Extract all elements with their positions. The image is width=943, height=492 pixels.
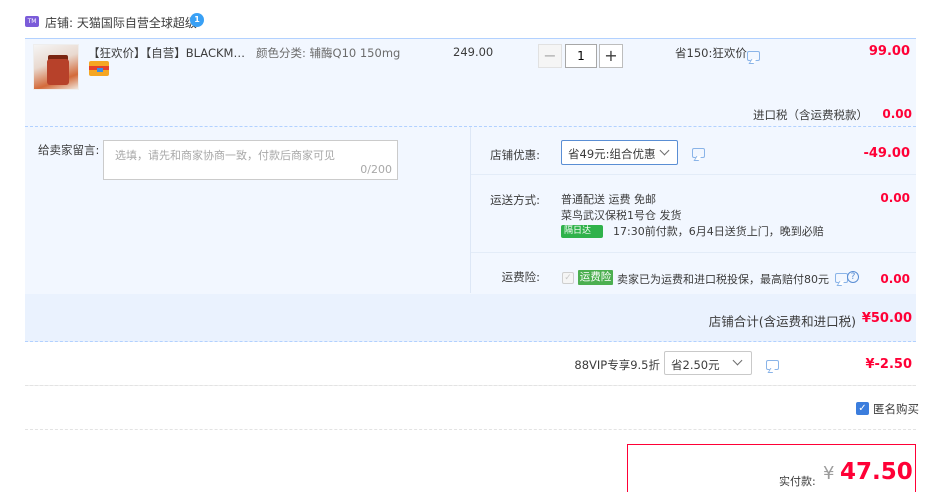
store-discount-value: -49.00 xyxy=(863,146,910,161)
divider xyxy=(25,385,916,386)
currency-symbol: ¥ xyxy=(823,463,835,484)
seller-message-label: 给卖家留言: xyxy=(38,143,100,157)
shipping-label: 运送方式: xyxy=(490,193,540,207)
shipping-insurance-label: 运费险: xyxy=(501,270,540,284)
store-discount-selected: 省49元:组合优惠 xyxy=(568,147,656,161)
vip-discount-label: 88VIP专享9.5折 xyxy=(574,358,660,372)
vip-discount-value: ¥-2.50 xyxy=(865,357,912,372)
store-discount-label: 店铺优惠: xyxy=(490,148,540,162)
quantity-increase-button[interactable]: + xyxy=(599,44,623,68)
unit-price: 249.00 xyxy=(453,45,494,59)
seller-message-placeholder: 选填，请先和商家协商一致，付款后商家可见 xyxy=(115,149,335,162)
store-total-value: ¥50.00 xyxy=(861,311,912,326)
insurance-tag: 运费险 xyxy=(578,270,613,285)
chat-bubble-icon[interactable] xyxy=(835,273,848,283)
item-subtotal: 99.00 xyxy=(868,44,910,59)
insurance-value: 0.00 xyxy=(880,272,910,286)
shipping-method: 普通配送 运费 免邮 xyxy=(561,193,656,206)
anonymous-purchase-label[interactable]: 匿名购买 xyxy=(873,401,919,417)
store-name-link[interactable]: 店铺: 天猫国际自营全球超级 xyxy=(45,14,197,31)
anonymous-purchase-checkbox[interactable]: ✓ xyxy=(856,402,869,415)
import-tax-label: 进口税（含运费税款） xyxy=(753,108,868,122)
insurance-checkbox[interactable]: ✓ xyxy=(562,272,574,284)
message-char-count: 0/200 xyxy=(360,163,392,176)
insurance-description: 卖家已为运费和进口税投保，最高赔付80元 xyxy=(617,273,829,286)
store-total-label: 店铺合计(含运费和进口税) xyxy=(708,314,856,329)
shipping-warehouse: 菜鸟武汉保税1号仓 发货 xyxy=(561,209,682,222)
payment-label: 实付款: xyxy=(779,475,816,488)
row-divider xyxy=(471,174,916,175)
quantity-input[interactable]: 1 xyxy=(565,44,597,68)
quantity-decrease-button[interactable]: − xyxy=(538,44,562,68)
product-title-link[interactable]: 【狂欢价】【自营】BLACKMORES澳佳宝辅酶Q10 xyxy=(88,45,250,61)
row-divider xyxy=(471,252,916,253)
tmall-icon: TM xyxy=(25,16,39,27)
next-day-badge: 隔日达 xyxy=(561,225,603,238)
chat-bubble-icon[interactable] xyxy=(692,148,705,158)
credit-card-icon xyxy=(89,61,109,76)
product-thumbnail[interactable] xyxy=(33,44,79,90)
shipping-eta: 17:30前付款，6月4日送货上门，晚到必赔 xyxy=(613,225,824,238)
item-promo-text: 省150:狂欢价 xyxy=(675,46,747,60)
help-icon[interactable]: ? xyxy=(847,271,859,283)
product-sku: 颜色分类: 辅酶Q10 150mg xyxy=(256,46,401,60)
vip-discount-selected: 省2.50元 xyxy=(671,358,720,372)
chat-bubble-icon[interactable] xyxy=(766,360,779,370)
chat-bubble-icon[interactable] xyxy=(747,51,760,61)
payment-amount: 47.50 xyxy=(840,459,913,485)
shipping-fee-value: 0.00 xyxy=(880,191,910,205)
divider xyxy=(25,429,916,430)
import-tax-value: 0.00 xyxy=(882,107,912,121)
store-chat-badge-icon[interactable]: 1 xyxy=(190,13,204,27)
